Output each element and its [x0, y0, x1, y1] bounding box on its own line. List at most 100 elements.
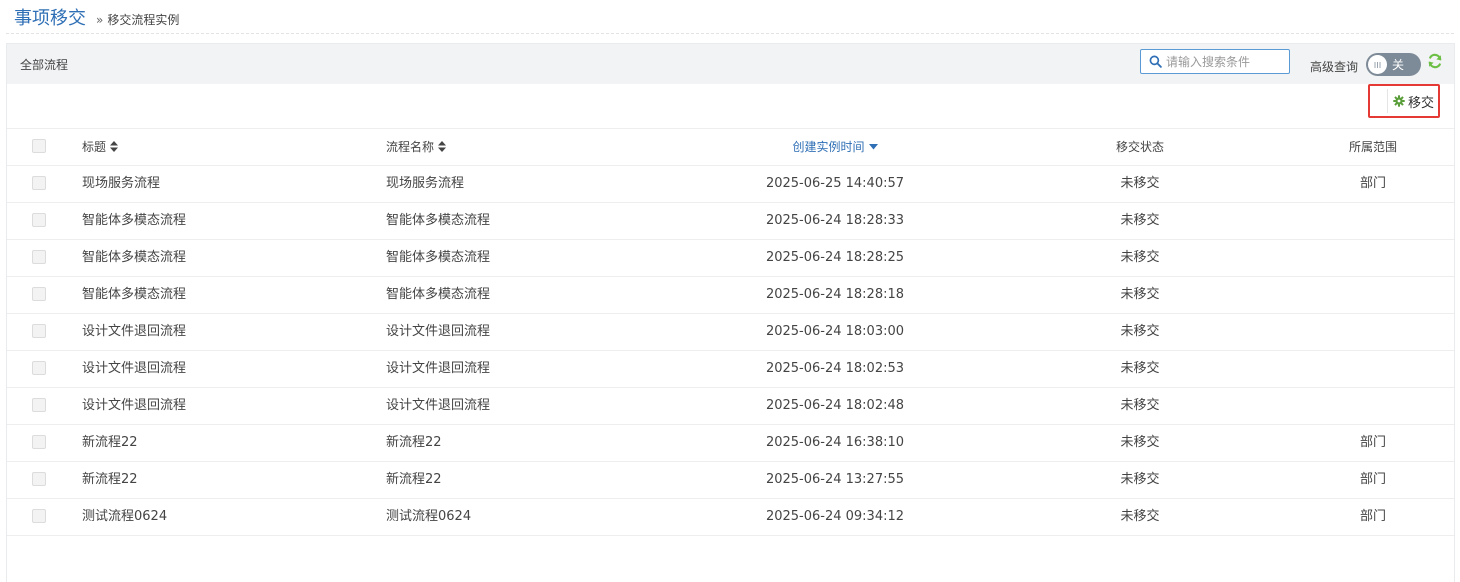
- cell-created-time: 2025-06-24 18:28:25: [765, 250, 905, 265]
- cell-created-time: 2025-06-24 16:38:10: [765, 435, 905, 450]
- column-header-flow-name[interactable]: 流程名称: [386, 129, 447, 165]
- cell-scope: [1323, 277, 1423, 313]
- cell-transfer-status: 未移交: [1120, 250, 1160, 265]
- cell-flow-name: 新流程22: [386, 435, 442, 450]
- column-header-transfer-status: 移交状态: [1115, 140, 1164, 154]
- search-input[interactable]: [1164, 51, 1284, 72]
- cell-transfer-status: 未移交: [1120, 472, 1160, 487]
- table-header-row: 标题 流程名称 创建实例时间 移交状态 所属范围: [7, 129, 1454, 166]
- cell-title: 设计文件退回流程: [82, 361, 187, 376]
- cell-title: 现场服务流程: [82, 176, 161, 191]
- cell-flow-name: 设计文件退回流程: [386, 324, 491, 339]
- cell-scope: 部门: [1359, 509, 1386, 524]
- breadcrumb-separator: »: [96, 13, 104, 27]
- column-header-title-label: 标题: [82, 140, 107, 154]
- table-row[interactable]: 设计文件退回流程 设计文件退回流程 2025-06-24 18:02:53 未移交: [7, 351, 1454, 388]
- table-row[interactable]: 测试流程0624 测试流程0624 2025-06-24 09:34:12 未移交 部门: [7, 499, 1454, 536]
- panel-title: 全部流程: [20, 58, 69, 72]
- column-header-created-time[interactable]: 创建实例时间: [735, 129, 935, 165]
- toggle-state-label: 关: [1392, 58, 1405, 72]
- cell-created-time: 2025-06-24 18:03:00: [765, 324, 905, 339]
- cell-scope: 部门: [1359, 472, 1386, 487]
- column-header-scope: 所属范围: [1348, 140, 1397, 154]
- cell-transfer-status: 未移交: [1120, 398, 1160, 413]
- cell-title: 智能体多模态流程: [82, 213, 187, 228]
- cell-flow-name: 智能体多模态流程: [386, 213, 491, 228]
- cell-transfer-status: 未移交: [1120, 361, 1160, 376]
- sort-both-icon: [438, 141, 447, 152]
- table-row[interactable]: 智能体多模态流程 智能体多模态流程 2025-06-24 18:28:18 未移交: [7, 277, 1454, 314]
- cell-transfer-status: 未移交: [1120, 287, 1160, 302]
- row-checkbox[interactable]: [32, 176, 46, 190]
- row-checkbox[interactable]: [32, 398, 46, 412]
- breadcrumb-current: 移交流程实例: [107, 13, 180, 27]
- table-row[interactable]: 现场服务流程 现场服务流程 2025-06-25 14:40:57 未移交 部门: [7, 166, 1454, 203]
- row-checkbox[interactable]: [32, 324, 46, 338]
- transfer-button-label: 移交: [1407, 95, 1434, 111]
- process-table: 标题 流程名称 创建实例时间 移交状态 所属范围 现场服务流程 现场服务流程 202…: [7, 129, 1454, 536]
- cell-transfer-status: 未移交: [1120, 435, 1160, 450]
- table-row[interactable]: 智能体多模态流程 智能体多模态流程 2025-06-24 18:28:25 未移交: [7, 240, 1454, 277]
- column-header-created-time-label: 创建实例时间: [792, 140, 865, 154]
- table-row[interactable]: 新流程22 新流程22 2025-06-24 16:38:10 未移交 部门: [7, 425, 1454, 462]
- cell-flow-name: 新流程22: [386, 472, 442, 487]
- cell-title: 新流程22: [82, 435, 138, 450]
- advanced-search-toggle[interactable]: 关: [1366, 53, 1421, 76]
- cell-transfer-status: 未移交: [1120, 176, 1160, 191]
- row-checkbox[interactable]: [32, 250, 46, 264]
- table-row[interactable]: 设计文件退回流程 设计文件退回流程 2025-06-24 18:02:48 未移交: [7, 388, 1454, 425]
- cell-created-time: 2025-06-24 18:02:48: [765, 398, 905, 413]
- cell-scope: [1323, 240, 1423, 276]
- toolbar: 移交: [7, 84, 1454, 129]
- select-all-checkbox[interactable]: [32, 139, 46, 153]
- row-checkbox[interactable]: [32, 472, 46, 486]
- cell-flow-name: 智能体多模态流程: [386, 287, 491, 302]
- table-body: 现场服务流程 现场服务流程 2025-06-25 14:40:57 未移交 部门 智能体多…: [7, 166, 1454, 536]
- row-checkbox[interactable]: [32, 213, 46, 227]
- page-title[interactable]: 事项移交: [14, 4, 86, 30]
- transfer-button-content: 移交: [1386, 89, 1434, 113]
- row-checkbox[interactable]: [32, 509, 46, 523]
- cell-created-time: 2025-06-24 18:02:53: [765, 361, 905, 376]
- cell-title: 设计文件退回流程: [82, 324, 187, 339]
- cell-title: 测试流程0624: [82, 509, 168, 524]
- refresh-icon[interactable]: [1427, 53, 1443, 69]
- cell-title: 智能体多模态流程: [82, 250, 187, 265]
- search-box[interactable]: [1140, 49, 1290, 74]
- cell-created-time: 2025-06-24 18:28:33: [765, 213, 905, 228]
- row-checkbox[interactable]: [32, 287, 46, 301]
- cell-flow-name: 现场服务流程: [386, 176, 465, 191]
- cell-flow-name: 设计文件退回流程: [386, 398, 491, 413]
- row-checkbox[interactable]: [32, 435, 46, 449]
- transfer-button[interactable]: 移交: [1368, 84, 1440, 118]
- cell-scope: [1323, 314, 1423, 350]
- cell-transfer-status: 未移交: [1120, 324, 1160, 339]
- page: 事项移交 » 移交流程实例 全部流程 高级查询: [0, 0, 1460, 582]
- search-icon: [1146, 53, 1164, 71]
- cell-flow-name: 测试流程0624: [386, 509, 472, 524]
- table-row[interactable]: 智能体多模态流程 智能体多模态流程 2025-06-24 18:28:33 未移交: [7, 203, 1454, 240]
- cell-transfer-status: 未移交: [1120, 509, 1160, 524]
- column-header-flow-name-label: 流程名称: [386, 140, 435, 154]
- cell-title: 新流程22: [82, 472, 138, 487]
- header-divider: [6, 33, 1454, 34]
- cell-scope: 部门: [1359, 435, 1386, 450]
- gear-icon: [1393, 95, 1405, 107]
- cell-transfer-status: 未移交: [1120, 213, 1160, 228]
- cell-created-time: 2025-06-24 13:27:55: [765, 472, 905, 487]
- advanced-search-label: 高级查询: [1310, 60, 1359, 74]
- row-checkbox[interactable]: [32, 361, 46, 375]
- column-header-title[interactable]: 标题: [82, 129, 119, 165]
- cell-title: 智能体多模态流程: [82, 287, 187, 302]
- cell-scope: [1323, 203, 1423, 239]
- panel-header: 全部流程 高级查询: [7, 44, 1454, 84]
- cell-created-time: 2025-06-24 18:28:18: [765, 287, 905, 302]
- process-panel: 全部流程 高级查询: [6, 43, 1455, 582]
- cell-scope: [1323, 351, 1423, 387]
- cell-title: 设计文件退回流程: [82, 398, 187, 413]
- cell-flow-name: 设计文件退回流程: [386, 361, 491, 376]
- table-row[interactable]: 设计文件退回流程 设计文件退回流程 2025-06-24 18:03:00 未移交: [7, 314, 1454, 351]
- cell-created-time: 2025-06-25 14:40:57: [765, 176, 905, 191]
- table-row[interactable]: 新流程22 新流程22 2025-06-24 13:27:55 未移交 部门: [7, 462, 1454, 499]
- toggle-knob: [1368, 55, 1387, 74]
